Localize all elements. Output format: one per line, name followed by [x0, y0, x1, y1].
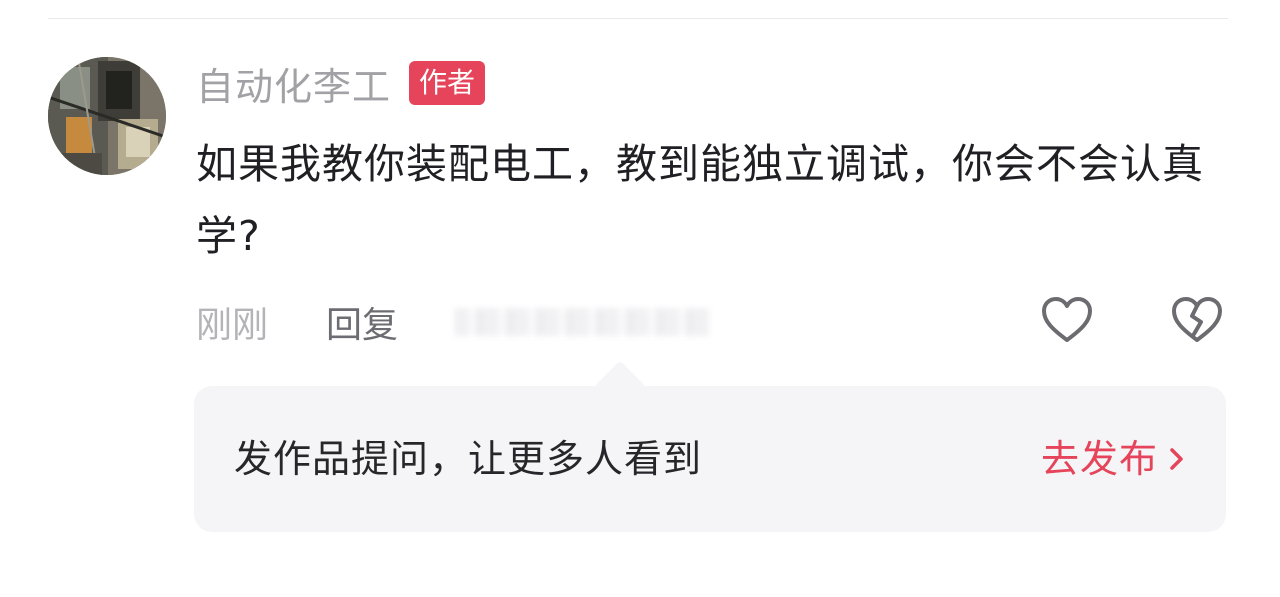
broken-heart-icon [1172, 297, 1222, 342]
author-badge: 作者 [409, 61, 486, 105]
dislike-button[interactable] [1170, 294, 1224, 346]
avatar[interactable] [48, 57, 166, 175]
top-divider [48, 18, 1228, 19]
author-name[interactable]: 自动化李工 [196, 56, 391, 111]
author-row: 自动化李工 作者 [196, 56, 486, 111]
like-button[interactable] [1040, 294, 1094, 346]
comment-meta: 刚刚 回复 [196, 294, 711, 350]
publish-button-label: 去发布 [1040, 437, 1158, 481]
comment-text: 如果我教你装配电工，教到能独立调试，你会不会认真学? [196, 140, 1204, 260]
comment-page: 自动化李工 作者 如果我教你装配电工，教到能独立调试，你会不会认真学? 刚刚 回… [0, 0, 1280, 597]
reply-button[interactable]: 回复 [326, 296, 398, 348]
blurred-content [454, 308, 711, 336]
tip-text: 发作品提问，让更多人看到 [234, 437, 703, 481]
comment-time: 刚刚 [196, 305, 269, 346]
publish-button[interactable]: 去发布 [1041, 434, 1186, 484]
publish-tip-card[interactable]: 发作品提问，让更多人看到 去发布 [194, 386, 1226, 532]
heart-outline-icon [1042, 297, 1092, 342]
chevron-right-icon [1170, 448, 1183, 470]
avatar-image [48, 57, 166, 175]
